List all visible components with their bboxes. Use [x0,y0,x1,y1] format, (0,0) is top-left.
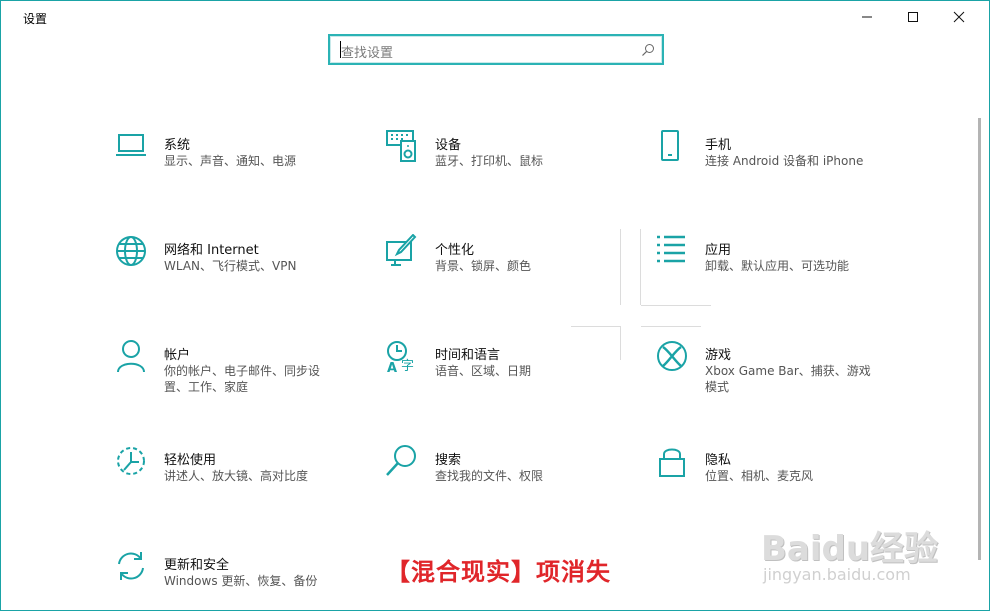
settings-window: 设置 查找设置 系统 显示、声音、通知、电源 设备 蓝牙、打印机、鼠标 手机 连… [0,0,990,611]
person-icon [117,340,145,373]
watermark-logo: Baidu经验 [761,529,939,569]
search-input[interactable]: 查找设置 [341,42,393,61]
tile-desc: Windows 更新、恢复、备份 [164,574,318,588]
tile-search[interactable]: 搜索 查找我的文件、权限 [385,444,635,514]
tile-update-security[interactable]: 更新和安全 Windows 更新、恢复、备份 [114,549,364,611]
tile-gaming[interactable]: 游戏 Xbox Game Bar、捕获、游戏模式 [655,339,905,409]
tile-name: 帐户 [164,348,191,363]
tile-desc: 位置、相机、麦克风 [705,469,814,483]
xbox-icon [657,341,687,371]
tile-desc: Xbox Game Bar、捕获、游戏模式 [705,364,871,394]
tile-network[interactable]: 网络和 Internet WLAN、飞行模式、VPN [114,234,364,304]
tile-name: 个性化 [435,243,475,258]
svg-text:A: A [387,361,397,373]
tile-desc: 连接 Android 设备和 iPhone [705,154,864,168]
tile-accounts[interactable]: 帐户 你的帐户、电子邮件、同步设置、工作、家庭 [114,339,364,409]
tile-desc: 显示、声音、通知、电源 [164,154,297,168]
tile-desc: 背景、锁屏、颜色 [435,259,532,273]
maximize-icon [908,12,918,22]
tile-name: 隐私 [705,453,732,468]
watermark-url: jingyan.baidu.com [763,565,911,584]
tile-desc: 语音、区域、日期 [435,364,532,378]
apps-list-icon [657,235,685,263]
paint-icon [386,234,417,266]
phone-icon [661,130,679,161]
tile-personalization[interactable]: 个性化 背景、锁屏、颜色 [385,234,635,304]
tile-name: 系统 [164,138,191,153]
tile-desc: 蓝牙、打印机、鼠标 [435,154,544,168]
tile-desc: 查找我的文件、权限 [435,469,544,483]
scrollbar[interactable] [978,118,981,560]
tile-system[interactable]: 系统 显示、声音、通知、电源 [114,129,364,199]
tile-name: 手机 [705,138,732,153]
lock-icon [659,448,685,477]
sync-icon [118,552,144,580]
transition-artifact [641,326,701,327]
minimize-icon [862,16,872,18]
svg-text:字: 字 [401,359,414,373]
overlay-caption: 【混合现实】项消失 [386,557,611,586]
minimize-button[interactable] [844,1,890,33]
search-box[interactable]: 查找设置 [328,34,664,65]
transition-artifact [641,305,711,306]
window-title: 设置 [23,12,48,26]
search-magnifier-icon [386,445,416,476]
tile-ease-of-access[interactable]: 轻松使用 讲述人、放大镜、高对比度 [114,444,364,514]
tile-desc: 卸载、默认应用、可选功能 [705,259,850,273]
tile-name: 更新和安全 [164,558,230,573]
maximize-button[interactable] [890,1,936,33]
tile-name: 轻松使用 [164,453,217,468]
transition-artifact [571,326,621,327]
tile-name: 时间和语言 [435,348,501,363]
close-button[interactable] [936,1,982,33]
tile-desc: 讲述人、放大镜、高对比度 [164,469,309,483]
tile-time-language[interactable]: A 字 时间和语言 语音、区域、日期 [385,339,635,409]
tile-name: 应用 [705,243,732,258]
tile-devices[interactable]: 设备 蓝牙、打印机、鼠标 [385,129,635,199]
tile-name: 游戏 [705,348,732,363]
tile-name: 设备 [435,138,462,153]
search-icon [642,44,654,56]
ease-of-access-icon [117,447,145,475]
tile-desc: WLAN、飞行模式、VPN [164,259,297,273]
laptop-icon [116,134,146,156]
time-language-icon: A 字 [387,341,414,373]
tile-desc: 你的帐户、电子邮件、同步设置、工作、家庭 [164,364,321,394]
tile-name: 搜索 [435,453,462,468]
tile-name: 网络和 Internet [164,243,259,258]
tile-phone[interactable]: 手机 连接 Android 设备和 iPhone [655,129,905,199]
globe-icon [116,236,146,266]
close-icon [953,11,965,23]
keyboard-speaker-icon [386,130,416,162]
title-bar: 设置 [1,1,989,33]
baidu-watermark: Baidu经验 jingyan.baidu.com [761,501,951,591]
tile-apps[interactable]: 应用 卸载、默认应用、可选功能 [655,234,905,304]
